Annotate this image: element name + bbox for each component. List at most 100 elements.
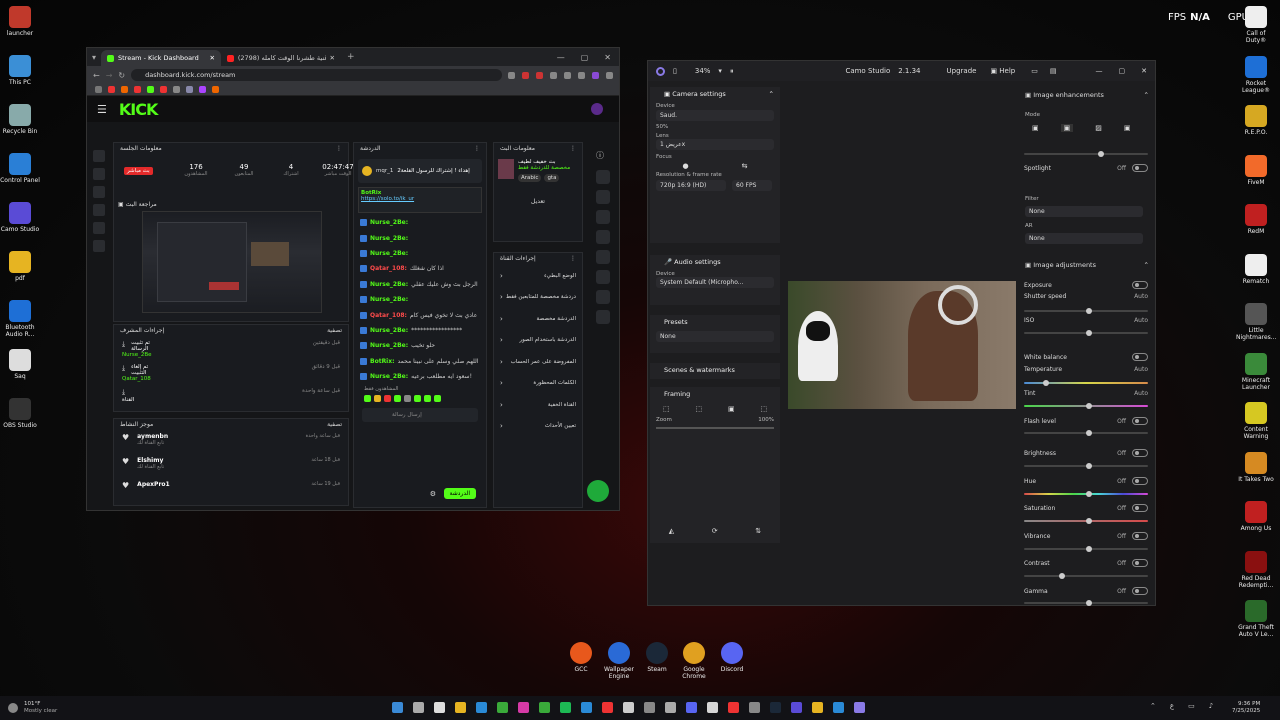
desktop-shortcut[interactable]: Camo Studio bbox=[0, 202, 40, 233]
toolbar-icons[interactable]: ▭ ▤ bbox=[1031, 67, 1056, 75]
taskbar-app-icon[interactable] bbox=[791, 702, 802, 713]
desktop-shortcut[interactable]: Minecraft Launcher bbox=[1236, 352, 1276, 391]
taskbar-app-icon[interactable] bbox=[623, 702, 634, 713]
chat-message[interactable]: Nurse_2Be: الرجل بث وش عليك عقلي bbox=[360, 277, 480, 292]
stream-preview[interactable] bbox=[142, 211, 322, 313]
chat-message[interactable]: Nurse_2Be: bbox=[360, 246, 480, 261]
lens-select[interactable]: عريض 1x bbox=[656, 139, 774, 150]
clock-time[interactable]: 9:36 PM bbox=[1232, 701, 1260, 708]
record-button[interactable] bbox=[587, 480, 609, 502]
rail-stream-icon[interactable] bbox=[93, 168, 105, 180]
chevron-down-icon[interactable]: ▾ bbox=[718, 67, 722, 75]
chat-message[interactable]: Nurse_2Be: bbox=[360, 292, 480, 307]
camera-device-select[interactable]: Saud. bbox=[656, 110, 774, 121]
edit-icon[interactable] bbox=[596, 170, 610, 184]
weather-icon[interactable] bbox=[8, 703, 18, 713]
framing-face-icon[interactable]: ▣ bbox=[728, 405, 735, 413]
framing-center-icon[interactable]: ⬚ bbox=[695, 405, 702, 413]
sidebar-toggle-icon[interactable]: ▯ bbox=[673, 67, 677, 75]
slider-knob[interactable] bbox=[1086, 518, 1092, 524]
emote-row[interactable] bbox=[354, 392, 486, 405]
channel-action-item[interactable]: › الكلمات المحظورة bbox=[494, 373, 582, 395]
taskbar-app-icon[interactable] bbox=[644, 702, 655, 713]
rail-home-icon[interactable] bbox=[93, 150, 105, 162]
window-controls[interactable]: — ▢ ✕ bbox=[1096, 67, 1148, 75]
upgrade-button[interactable]: Upgrade bbox=[947, 67, 977, 75]
desktop-shortcut[interactable]: pdf bbox=[0, 251, 40, 282]
chat-message[interactable]: Nurse_2Be: سعود ايه مطلعب برعيه! bbox=[360, 369, 480, 384]
focus-auto-icon[interactable]: ● bbox=[683, 162, 689, 170]
taskbar-app-icon[interactable] bbox=[602, 702, 613, 713]
kick-logo[interactable]: KICK bbox=[119, 100, 158, 119]
tab-search-icon[interactable]: ▾ bbox=[87, 53, 101, 62]
slider-knob[interactable] bbox=[1086, 463, 1092, 469]
desktop-shortcut[interactable]: OBS Studio bbox=[0, 398, 40, 429]
flash-icon[interactable] bbox=[596, 210, 610, 224]
slider-knob[interactable] bbox=[1042, 380, 1049, 386]
focus-manual-icon[interactable]: ⇆ bbox=[742, 162, 748, 170]
tab-youtube[interactable]: اغنية طشرنا الوقت كامله (2798) ✕ bbox=[221, 50, 341, 66]
chat-input[interactable]: إرسال رسالة bbox=[362, 408, 478, 423]
activity-item[interactable]: ♥ aymenbn تابع القناة لك قبل ساعة واحدة bbox=[114, 431, 348, 455]
desktop-shortcut[interactable]: Little Nightmares... bbox=[1236, 303, 1277, 341]
window-controls[interactable]: — ▢ ✕ bbox=[557, 53, 619, 62]
help-button[interactable]: ▣ Help bbox=[990, 67, 1015, 75]
taskbar-app-icon[interactable] bbox=[539, 702, 550, 713]
scenes-header[interactable]: Scenes & watermarks bbox=[650, 363, 780, 377]
adjustment-slider[interactable] bbox=[1024, 151, 1148, 157]
channel-action-item[interactable]: › دردشة مخصصة للمتابعين فقط bbox=[494, 287, 582, 309]
info-icon[interactable]: ⓘ bbox=[596, 150, 610, 164]
adjustment-slider[interactable] bbox=[1024, 430, 1148, 436]
channel-action-item[interactable]: › الدردشة باستخدام الصور bbox=[494, 330, 582, 352]
toggle-switch[interactable] bbox=[1132, 504, 1148, 512]
framing-auto-icon[interactable]: ⬚ bbox=[663, 405, 670, 413]
extensions-icons[interactable] bbox=[508, 71, 613, 79]
desktop-shortcut[interactable]: launcher bbox=[0, 6, 40, 37]
taskbar-app-icon[interactable] bbox=[728, 702, 739, 713]
channel-action-item[interactable]: › المفروضة على عمر الحساب bbox=[494, 351, 582, 373]
share-icon[interactable] bbox=[596, 330, 610, 344]
tab-kick-dashboard[interactable]: Stream - Kick Dashboard ✕ bbox=[101, 50, 221, 66]
desktop-shortcut[interactable]: R.E.P.O. bbox=[1236, 105, 1276, 136]
presets-select[interactable]: None bbox=[656, 331, 774, 342]
adjustment-slider[interactable] bbox=[1024, 380, 1148, 386]
toggle-switch[interactable] bbox=[1132, 417, 1148, 425]
slider-knob[interactable] bbox=[1086, 546, 1092, 552]
rail-trophy-icon[interactable] bbox=[93, 186, 105, 198]
scene-icon[interactable] bbox=[596, 190, 610, 204]
taskbar-app-icon[interactable] bbox=[434, 702, 445, 713]
dock-shortcut[interactable]: Wallpaper Engine bbox=[602, 642, 636, 680]
adjustment-slider[interactable] bbox=[1024, 403, 1148, 409]
taskbar-app-icon[interactable] bbox=[455, 702, 466, 713]
desktop-shortcut[interactable]: Rocket League® bbox=[1236, 55, 1276, 94]
desktop-shortcut[interactable]: Rematch bbox=[1236, 253, 1276, 285]
taskbar-app-icon[interactable] bbox=[812, 702, 823, 713]
taskbar-app-icon[interactable] bbox=[581, 702, 592, 713]
slider-knob[interactable] bbox=[1058, 573, 1065, 579]
desktop-shortcut[interactable]: Red Dead Redempti... bbox=[1236, 550, 1276, 589]
desktop-shortcut[interactable]: Grand Theft Auto V Le... bbox=[1236, 600, 1276, 638]
taskbar-app-icon[interactable] bbox=[392, 702, 403, 713]
close-tab-icon[interactable]: ✕ bbox=[330, 54, 335, 62]
flip-icon[interactable]: ⇅ bbox=[755, 527, 761, 535]
camera-settings-header[interactable]: ▣ Camera settings ⌃ bbox=[650, 87, 780, 101]
toggle-switch[interactable] bbox=[1132, 587, 1148, 595]
url-input[interactable]: dashboard.kick.com/stream bbox=[131, 69, 502, 81]
pause-icon[interactable]: ⏸ bbox=[730, 67, 734, 76]
taskbar-app-icon[interactable] bbox=[497, 702, 508, 713]
taskbar-app-icon[interactable] bbox=[770, 702, 781, 713]
adjustment-slider[interactable] bbox=[1024, 308, 1148, 314]
slider-knob[interactable] bbox=[1086, 600, 1092, 606]
slider-knob[interactable] bbox=[1086, 403, 1092, 409]
close-tab-icon[interactable]: ✕ bbox=[210, 54, 215, 62]
zoom-level[interactable]: 34% bbox=[695, 67, 711, 75]
adjustment-slider[interactable] bbox=[1024, 330, 1148, 336]
taskbar-app-icon[interactable] bbox=[560, 702, 571, 713]
taskbar-app-icon[interactable] bbox=[833, 702, 844, 713]
dock-shortcut[interactable]: Discord bbox=[715, 642, 749, 673]
zoom-slider[interactable] bbox=[656, 427, 774, 429]
audio-device-select[interactable]: System Default (Micropho... bbox=[656, 277, 774, 288]
adjustment-slider[interactable] bbox=[1024, 546, 1148, 552]
chat-message[interactable]: Nurse_2Be: bbox=[360, 215, 480, 230]
toggle-switch[interactable] bbox=[1132, 164, 1148, 172]
